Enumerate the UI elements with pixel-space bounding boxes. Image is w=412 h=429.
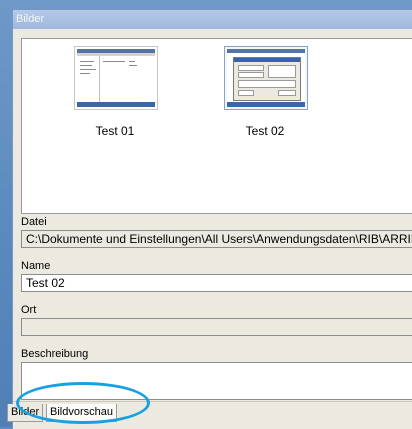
datei-label: Datei	[21, 216, 47, 228]
ort-label: Ort	[21, 304, 37, 316]
ort-field[interactable]	[21, 318, 412, 336]
thumbnail-caption: Test 01	[95, 124, 135, 138]
window-title: Bilder	[16, 13, 45, 25]
thumbnail-test-02[interactable]: Test 02	[210, 39, 320, 149]
thumbnail-image	[224, 46, 308, 110]
thumbnail-test-01[interactable]: Test 01	[60, 39, 170, 149]
thumbnail-image	[74, 46, 158, 110]
beschreibung-label: Beschreibung	[21, 348, 89, 360]
title-bar[interactable]: Bilder	[13, 10, 412, 29]
datei-field: C:\Dokumente und Einstellungen\All Users…	[21, 230, 412, 248]
image-preview-list[interactable]: Test 01 Test 02	[21, 38, 412, 214]
bilder-window: Bilder Test 01 Test 02 Datei C:\Dokument…	[7, 9, 412, 429]
name-field[interactable]: Test 02	[21, 274, 412, 292]
name-label: Name	[21, 260, 51, 272]
thumbnail-caption: Test 02	[245, 124, 285, 138]
highlight-circle	[16, 382, 150, 424]
